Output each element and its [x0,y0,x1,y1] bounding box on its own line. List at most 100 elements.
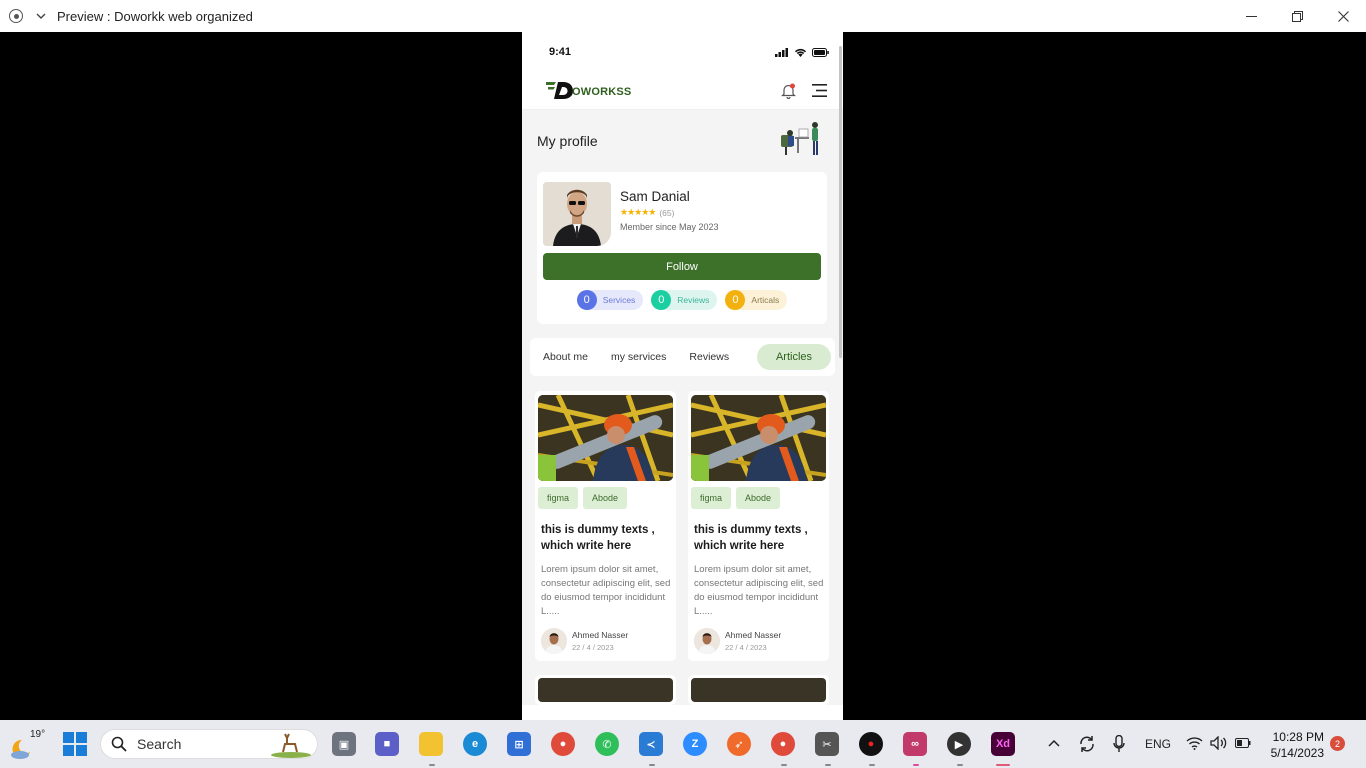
running-indicator [957,764,963,766]
task-view-icon[interactable]: ▣ [332,732,356,756]
search-icon [111,736,127,752]
follow-button[interactable]: Follow [543,253,821,280]
active-indicator [996,764,1010,766]
running-indicator [913,764,919,766]
stat-count: 0 [651,290,672,310]
article-card[interactable]: figma Abode this is dummy texts , which … [688,391,829,661]
chrome-icon[interactable]: ● [551,732,575,756]
stat-articles[interactable]: 0 Articals [725,290,788,310]
wifi-icon[interactable] [1186,736,1203,750]
taskbar-clock[interactable]: 10:28 PM 5/14/2023 [1271,729,1324,761]
article-tag[interactable]: figma [691,487,732,509]
author-name: Ahmed Nasser [725,630,782,640]
weather-widget[interactable]: 19° [8,728,45,760]
article-tag[interactable]: figma [538,487,579,509]
article-card[interactable]: figma Abode this is dummy texts , which … [535,391,676,661]
phone-preview: 9:41 OWORKSS My profile Sam Danial ★★★★★… [522,32,843,720]
wifi-icon [794,48,807,57]
author-avatar [541,628,567,654]
hamburger-menu-icon[interactable] [812,84,827,97]
running-indicator [825,764,831,766]
article-image [538,395,673,481]
taskbar-search[interactable]: Search [100,729,318,759]
creative-cloud-icon[interactable]: ∞ [903,732,927,756]
logo-mark-icon [546,82,573,99]
article-author: Ahmed Nasser 22 / 4 / 2023 [541,628,673,654]
windows-start-icon[interactable] [63,732,87,756]
profile-rating: ★★★★★ (65) [620,207,719,218]
volume-icon[interactable] [1210,736,1228,750]
app-header: OWORKSS [522,72,843,110]
file-explorer-icon[interactable] [419,732,443,756]
microsoft-store-icon[interactable]: ⊞ [507,732,531,756]
status-bar: 9:41 [522,32,843,72]
record-icon[interactable] [9,9,23,23]
article-date: 22 / 4 / 2023 [572,643,614,652]
minimize-button[interactable] [1228,0,1274,32]
logo-text: OWORKSS [572,86,632,98]
stat-count: 0 [576,290,597,310]
battery-icon[interactable] [1235,738,1251,748]
tab-about-me[interactable]: About me [543,351,588,363]
teams-icon[interactable]: ■ [375,732,399,756]
edge-icon[interactable]: e [463,732,487,756]
clock-date: 5/14/2023 [1270,746,1324,760]
weather-moon-icon [11,739,30,759]
zoom-icon[interactable]: Z [683,732,707,756]
language-indicator[interactable]: ENG [1145,720,1171,768]
windows-taskbar: 19° Search ▣ ■ e ⊞ ● ✆ ≺ Z ➶ ● ✂ ● ∞ ▶ X… [0,720,1366,768]
postman-icon[interactable]: ➶ [727,732,751,756]
restore-button[interactable] [1274,0,1320,32]
media-player-icon[interactable]: ▶ [947,732,971,756]
stat-label: Services [602,295,636,305]
stat-label: Reviews [677,295,710,305]
chevron-down-icon[interactable] [33,8,49,24]
tab-articles[interactable]: Articles [756,344,831,370]
tab-my-services[interactable]: my services [611,351,666,363]
stat-label: Articals [751,295,780,305]
profile-stats: 0 Services 0 Reviews 0 Articals [543,290,821,310]
window-titlebar: Preview : Doworkk web organized [0,0,1366,32]
notification-badge[interactable]: 2 [1330,736,1345,751]
article-card[interactable] [535,675,676,705]
preview-scrollbar[interactable] [839,46,842,358]
screen-recorder-icon[interactable]: ● [859,732,883,756]
chrome-profile-icon[interactable]: ● [771,732,795,756]
window-title: Preview : Doworkk web organized [57,8,253,24]
article-excerpt: Lorem ipsum dolor sit amet, consectetur … [694,564,824,617]
whatsapp-icon[interactable]: ✆ [595,732,619,756]
sync-icon[interactable] [1078,735,1096,753]
article-card[interactable] [688,675,829,705]
microphone-icon[interactable] [1113,735,1125,753]
search-label: Search [137,736,182,752]
article-tag[interactable]: Abode [736,487,781,509]
running-indicator [649,764,655,766]
notification-bell-icon[interactable] [781,83,796,99]
article-image [691,395,826,481]
tray-chevron-up-icon[interactable] [1048,739,1060,747]
running-indicator [781,764,787,766]
author-name: Ahmed Nasser [572,630,629,640]
stat-services[interactable]: 0 Services [576,290,644,310]
profile-avatar [543,182,611,246]
signal-icon [775,47,788,57]
tab-reviews[interactable]: Reviews [689,351,729,363]
article-tag[interactable]: Abode [583,487,628,509]
rating-stars-icon: ★★★★★ [620,207,656,217]
profile-section: My profile Sam Danial ★★★★★ (65) Member … [522,110,843,386]
search-highlight-deer-icon [271,733,311,758]
stat-reviews[interactable]: 0 Reviews [651,290,718,310]
close-button[interactable] [1320,0,1366,32]
profile-name: Sam Danial [620,189,690,204]
article-excerpt: Lorem ipsum dolor sit amet, consectetur … [541,564,671,617]
adobe-xd-icon[interactable]: Xd [991,732,1015,756]
snipping-tool-icon[interactable]: ✂ [815,732,839,756]
article-date: 22 / 4 / 2023 [725,643,767,652]
vscode-icon[interactable]: ≺ [639,732,663,756]
articles-next-row [522,661,843,705]
running-indicator [869,764,875,766]
battery-icon [812,47,829,57]
article-author: Ahmed Nasser 22 / 4 / 2023 [694,628,826,654]
author-avatar [694,628,720,654]
doworkss-logo[interactable]: OWORKSS [546,81,631,100]
